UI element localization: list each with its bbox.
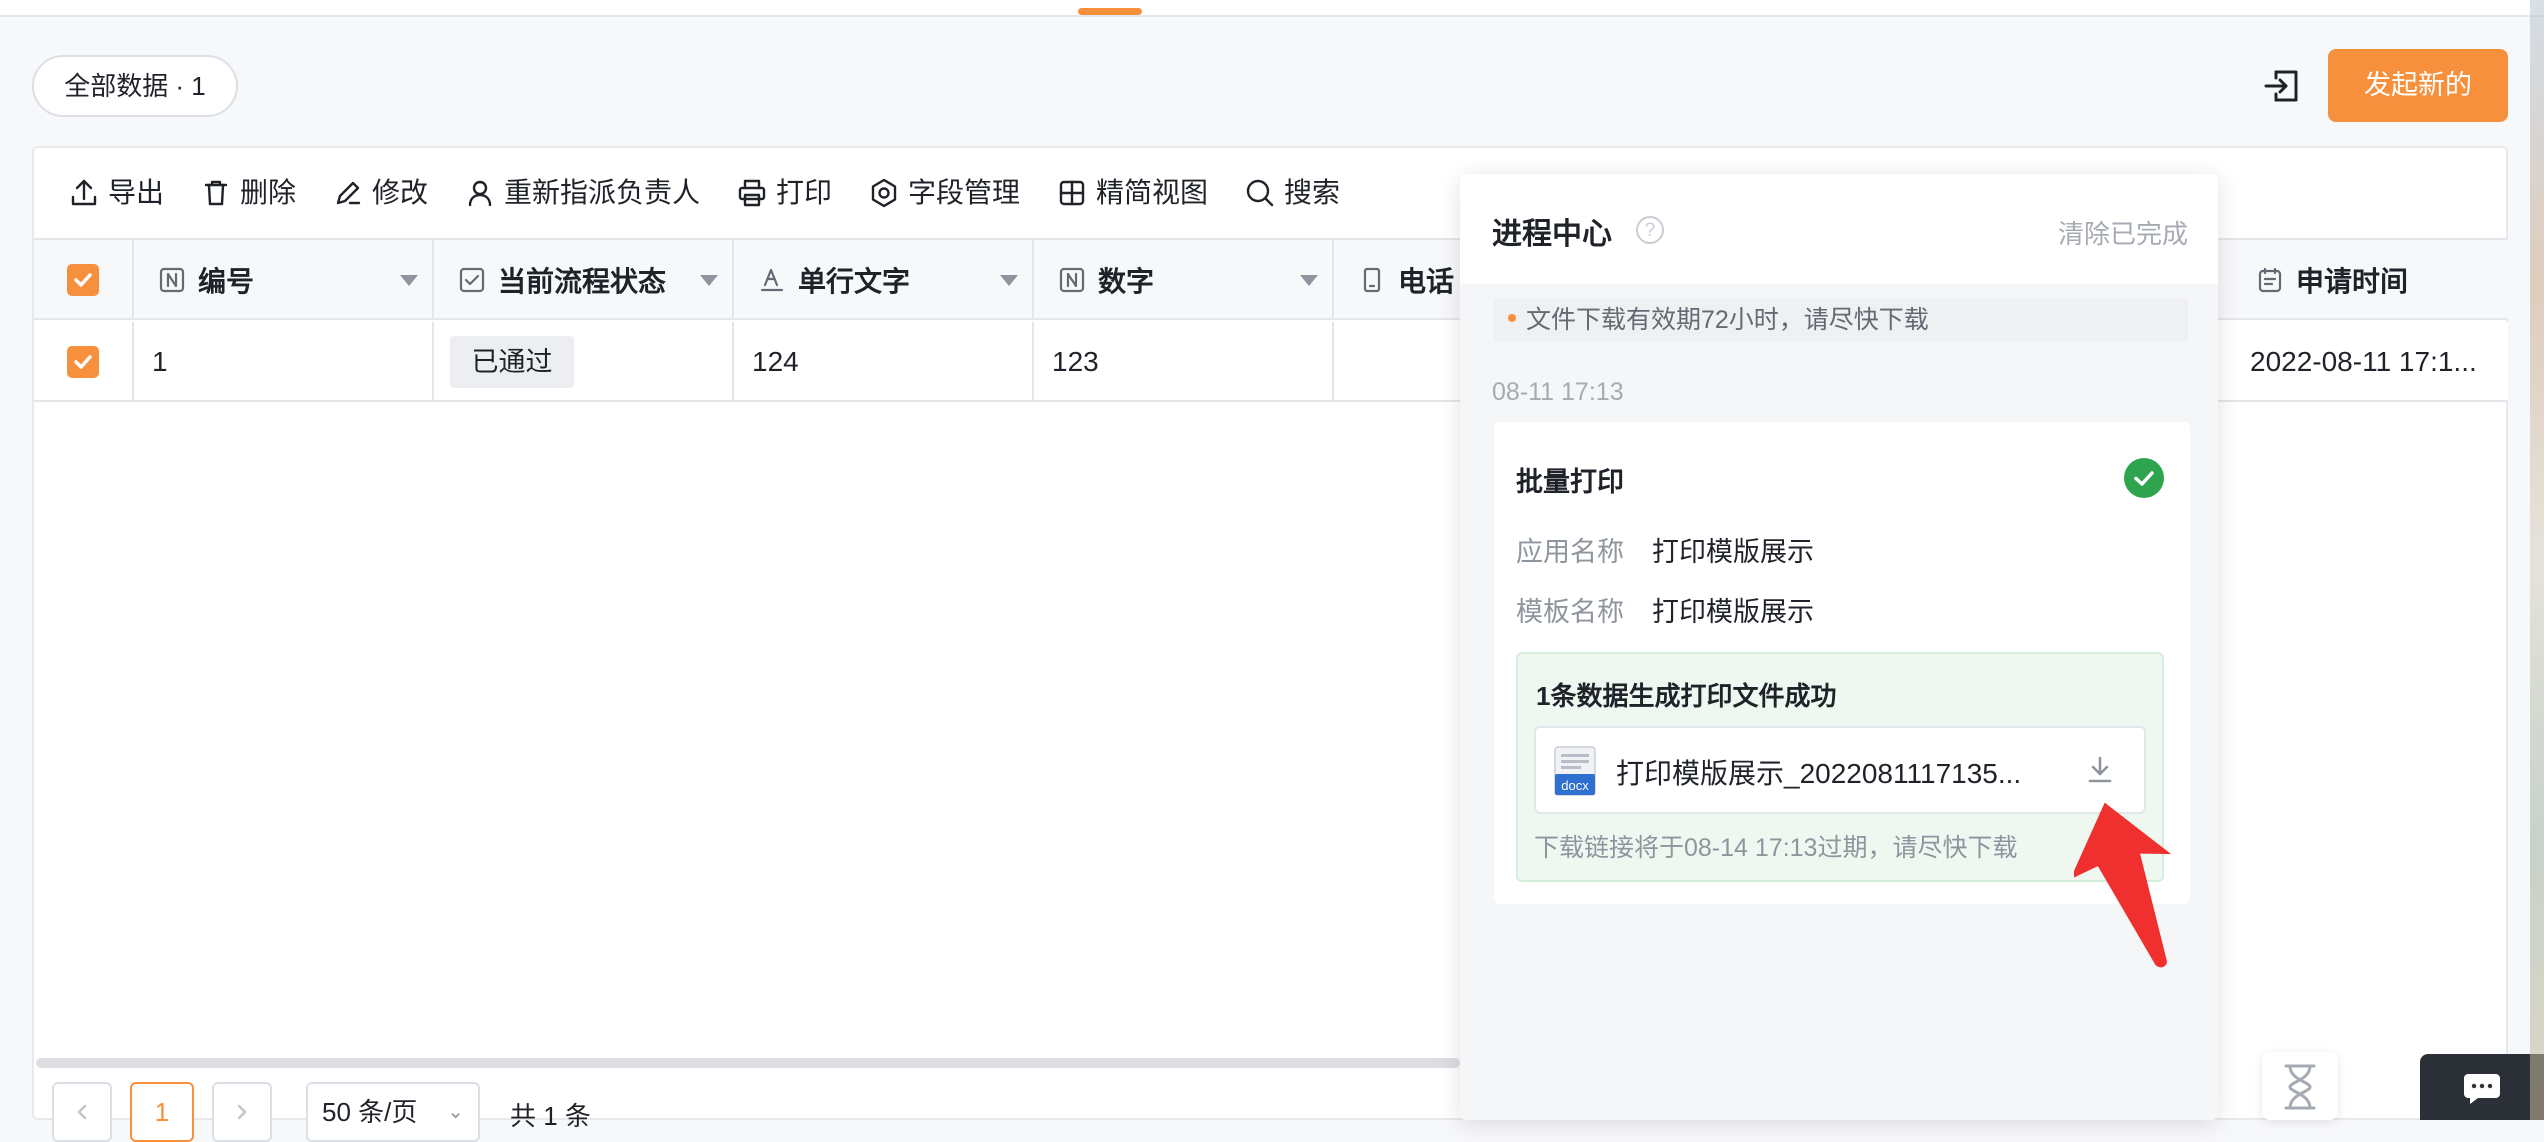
notice-text: 文件下载有效期72小时，请尽快下载 [1526, 306, 1929, 334]
text-field-icon [760, 268, 784, 292]
reassign-owner-label: 重新指派负责人 [504, 177, 701, 208]
hourglass-icon [2284, 1064, 2316, 1110]
field-management-label: 字段管理 [908, 177, 1021, 208]
page-size-value: 50 条/页 [322, 1097, 418, 1127]
total-count: 共 1 条 [510, 1101, 591, 1131]
column-label-digit: 数字 [1098, 266, 1155, 297]
column-menu-caret-icon[interactable] [700, 275, 718, 286]
hourglass-button[interactable] [2262, 1052, 2338, 1120]
download-notice: 文件下载有效期72小时，请尽快下载 [1494, 298, 2188, 342]
search-label: 搜索 [1284, 177, 1341, 208]
column-menu-caret-icon[interactable] [1300, 275, 1318, 286]
field-management-button[interactable]: 字段管理 [868, 170, 1020, 216]
number-field-icon [159, 267, 185, 293]
import-icon[interactable] [2262, 66, 2302, 106]
printer-icon [738, 179, 766, 207]
delete-button[interactable]: 删除 [200, 170, 296, 216]
chevron-right-icon [237, 1104, 247, 1120]
column-header-apply-time[interactable]: 申请时间 [2232, 240, 2508, 320]
column-header-digit[interactable]: 数字 [1034, 240, 1334, 320]
calendar-field-icon [2258, 267, 2282, 293]
compact-view-button[interactable]: 精简视图 [1056, 170, 1208, 216]
column-menu-caret-icon[interactable] [400, 275, 418, 286]
export-label: 导出 [108, 177, 165, 208]
chevron-left-icon [77, 1104, 87, 1120]
check-icon [74, 273, 92, 287]
column-menu-caret-icon[interactable] [1000, 275, 1018, 286]
file-name[interactable]: 打印模版展示_2022081117135... [1616, 752, 2056, 792]
column-label-number: 编号 [198, 266, 255, 297]
number-field-icon [1059, 267, 1085, 293]
check-icon [74, 355, 92, 369]
app-name-value: 打印模版展示 [1652, 537, 1814, 567]
clear-completed-button[interactable]: 清除已完成 [2058, 214, 2188, 251]
print-button[interactable]: 打印 [736, 170, 832, 216]
column-label-text: 单行文字 [798, 266, 911, 297]
chat-icon [2464, 1074, 2500, 1104]
task-title: 批量打印 [1516, 467, 1624, 497]
edit-button[interactable]: 修改 [332, 170, 428, 216]
cell-apply-time[interactable]: 2022-08-11 17:1... [2232, 322, 2508, 402]
grid-icon [1059, 180, 1085, 206]
expire-notice: 下载链接将于08-14 17:13过期，请尽快下载 [1534, 834, 2018, 862]
edit-label: 修改 [372, 177, 429, 208]
template-name-value: 打印模版展示 [1652, 597, 1814, 627]
page-size-select[interactable]: 50 条/页 ⌄ [306, 1082, 480, 1142]
row-checkbox[interactable] [67, 346, 99, 378]
print-label: 打印 [776, 177, 833, 208]
compact-view-label: 精简视图 [1096, 177, 1209, 208]
column-header-number[interactable]: 编号 [134, 240, 434, 320]
task-timestamp: 08-11 17:13 [1492, 378, 1624, 406]
phone-field-icon [1363, 267, 1381, 293]
progress-center-title: 进程中心 [1492, 218, 1612, 251]
horizontal-scrollbar[interactable] [36, 1058, 1460, 1068]
export-button[interactable]: 导出 [68, 170, 164, 216]
app-name-label: 应用名称 [1516, 537, 1624, 567]
status-badge: 已通过 [450, 336, 574, 388]
search-button[interactable]: 搜索 [1244, 170, 1340, 216]
reassign-owner-button[interactable]: 重新指派负责人 [464, 170, 700, 216]
column-label-status: 当前流程状态 [498, 266, 667, 297]
column-label-apply-time: 申请时间 [2296, 266, 2409, 297]
column-label-phone: 电话 [1398, 266, 1455, 297]
help-icon[interactable]: ? [1636, 216, 1664, 244]
annotation-arrow-icon [2070, 800, 2178, 976]
download-icon[interactable] [2082, 752, 2118, 788]
top-bar [0, 0, 2544, 17]
column-header-text[interactable]: 单行文字 [734, 240, 1034, 320]
chat-button[interactable] [2420, 1054, 2544, 1120]
row-select-cell [34, 322, 134, 402]
next-page-button[interactable] [212, 1082, 272, 1142]
active-tab-indicator [1078, 8, 1142, 15]
result-message: 1条数据生成打印文件成功 [1536, 681, 1837, 711]
prev-page-button[interactable] [52, 1082, 112, 1142]
search-icon [1246, 179, 1274, 207]
select-all-checkbox[interactable] [67, 264, 99, 296]
user-icon [468, 180, 492, 207]
cell-text[interactable]: 124 [734, 322, 1034, 402]
settings-icon [871, 178, 897, 208]
trash-icon [204, 180, 228, 206]
notice-dot-icon [1508, 314, 1516, 323]
filter-pill-all-data[interactable]: 全部数据 · 1 [32, 55, 238, 117]
cell-number[interactable]: 1 [134, 322, 434, 402]
success-check-icon [2124, 458, 2164, 498]
page-number-button[interactable]: 1 [130, 1082, 194, 1142]
select-all-cell [34, 240, 134, 320]
column-header-status[interactable]: 当前流程状态 [434, 240, 734, 320]
new-submission-button[interactable]: 发起新的 [2328, 49, 2508, 122]
template-name-label: 模板名称 [1516, 597, 1624, 627]
cell-digit[interactable]: 123 [1034, 322, 1334, 402]
chevron-down-icon: ⌄ [447, 1101, 464, 1123]
window-edge [2530, 0, 2544, 1120]
pencil-icon [336, 181, 361, 205]
docx-file-icon: docx [1554, 746, 1596, 796]
checkbox-field-icon [459, 267, 485, 293]
file-type-label: docx [1561, 778, 1589, 793]
upload-icon [71, 179, 97, 206]
delete-label: 删除 [240, 177, 297, 208]
